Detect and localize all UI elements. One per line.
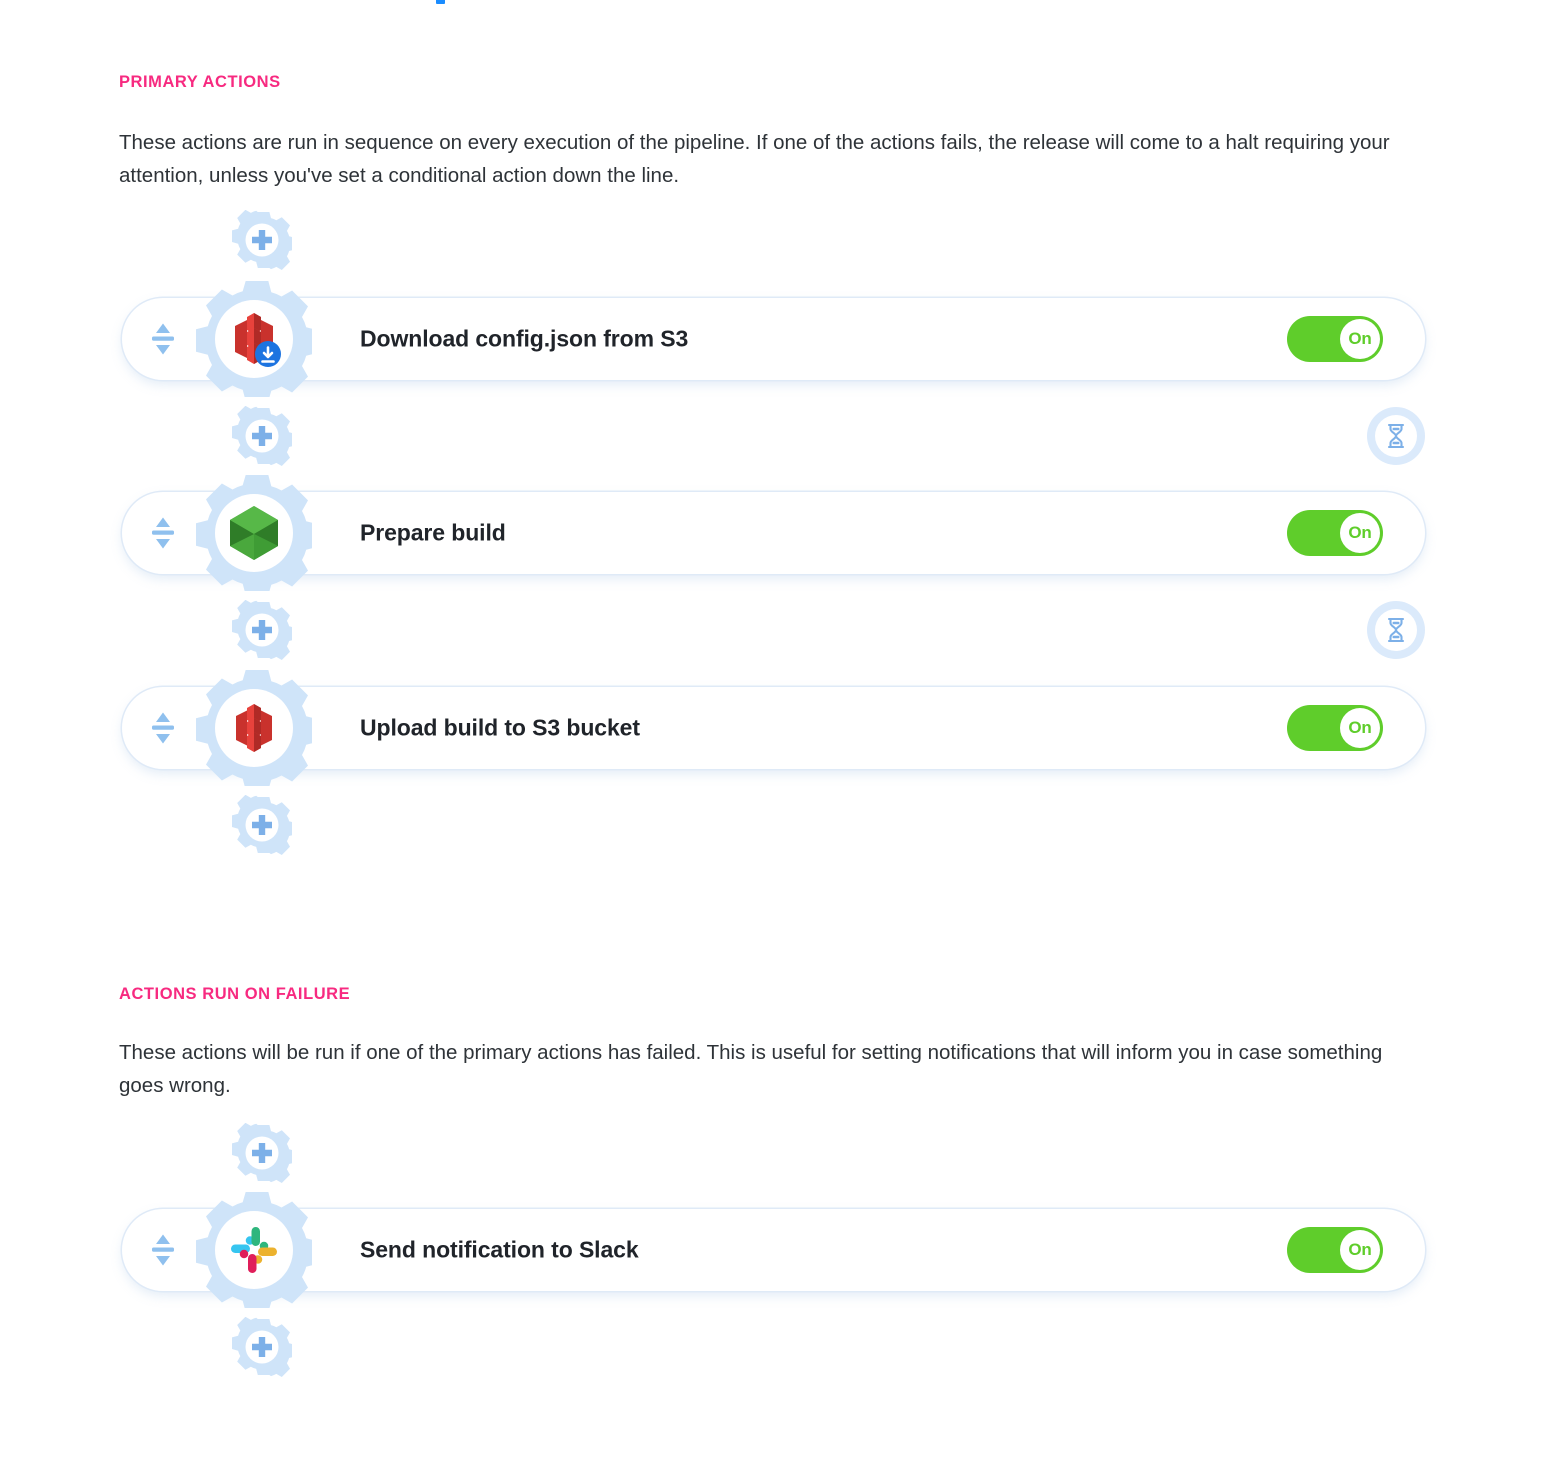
drag-reorder-icon[interactable] — [148, 516, 178, 550]
section-heading-primary-actions: PRIMARY ACTIONS — [119, 73, 281, 91]
action-icon-aws-s3-download[interactable] — [196, 281, 312, 397]
action-label: Upload build to S3 bucket — [360, 714, 640, 741]
action-toggle[interactable]: On — [1287, 1227, 1383, 1273]
action-icon-slack[interactable] — [196, 1192, 312, 1308]
action-row[interactable]: Upload build to S3 bucket On — [122, 670, 1425, 786]
add-action-gear-icon[interactable] — [232, 1123, 292, 1183]
action-row[interactable]: Download config.json from S3 On — [122, 281, 1425, 397]
add-action-gear-icon[interactable] — [232, 210, 292, 270]
wait-hourglass-icon[interactable] — [1367, 407, 1425, 465]
action-row[interactable]: Prepare build On — [122, 475, 1425, 591]
toggle-label: On — [1340, 708, 1380, 748]
action-toggle[interactable]: On — [1287, 705, 1383, 751]
action-icon-node-build[interactable] — [196, 475, 312, 591]
action-toggle[interactable]: On — [1287, 316, 1383, 362]
drag-reorder-icon[interactable] — [148, 1233, 178, 1267]
add-action-gear-icon[interactable] — [232, 406, 292, 466]
toggle-label: On — [1340, 319, 1380, 359]
drag-reorder-icon[interactable] — [148, 711, 178, 745]
section-description-actions-run-on-failure: These actions will be run if one of the … — [119, 1041, 1383, 1097]
add-action-gear-icon[interactable] — [232, 600, 292, 660]
action-toggle[interactable]: On — [1287, 510, 1383, 556]
action-label: Send notification to Slack — [360, 1236, 639, 1263]
section-description-primary-actions: These actions are run in sequence on eve… — [119, 131, 1390, 187]
add-action-gear-icon[interactable] — [232, 1317, 292, 1377]
section-heading-actions-run-on-failure: ACTIONS RUN ON FAILURE — [119, 985, 351, 1003]
add-action-gear-icon[interactable] — [232, 795, 292, 855]
aws-s3-icon — [223, 697, 285, 759]
node-hexagon-icon — [223, 502, 285, 564]
action-label: Download config.json from S3 — [360, 325, 689, 352]
toggle-label: On — [1340, 1230, 1380, 1270]
pipeline-actions-page: PRIMARY ACTIONS These actions are run in… — [0, 0, 1544, 1479]
action-label: Prepare build — [360, 519, 506, 546]
aws-s3-download-icon — [223, 308, 285, 370]
wait-hourglass-icon[interactable] — [1367, 601, 1425, 659]
action-row[interactable]: Send notification to Slack On — [122, 1192, 1425, 1308]
drag-reorder-icon[interactable] — [148, 322, 178, 356]
top-cutoff-artifact — [436, 0, 445, 4]
toggle-label: On — [1340, 513, 1380, 553]
action-icon-aws-s3-upload[interactable] — [196, 670, 312, 786]
slack-icon — [223, 1219, 285, 1281]
